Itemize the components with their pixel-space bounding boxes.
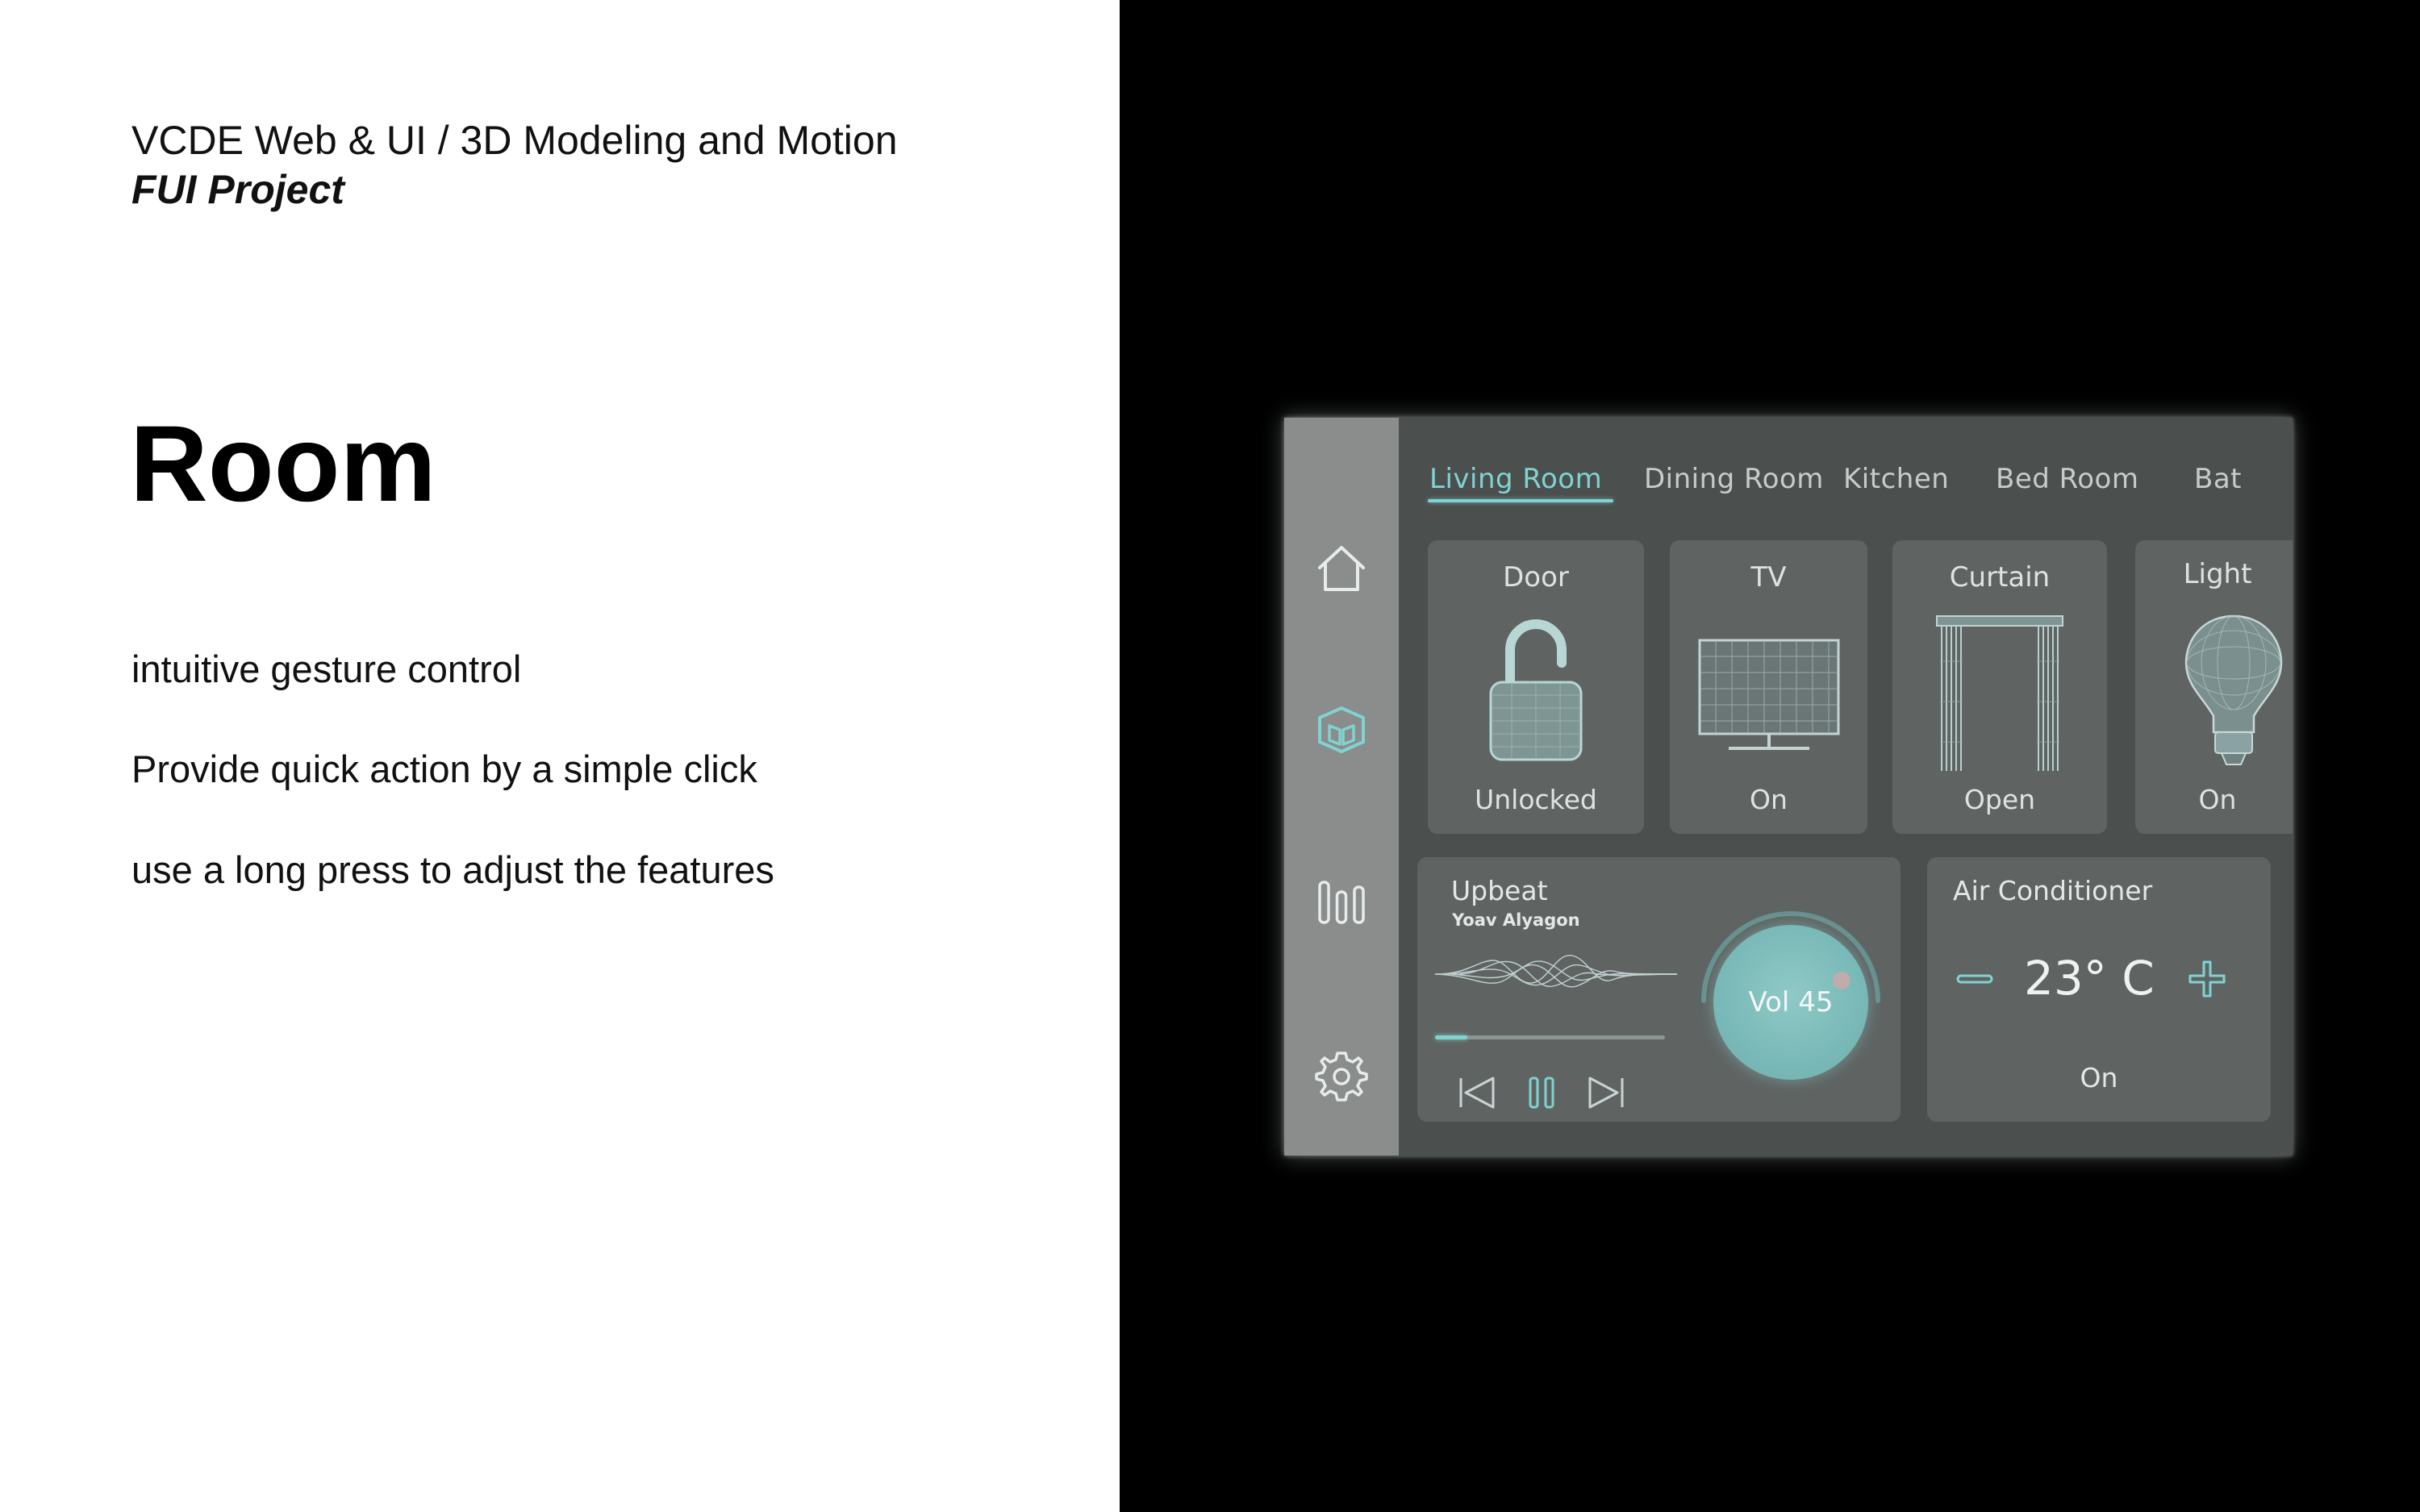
room-cube-icon[interactable] xyxy=(1313,702,1370,758)
feature-text: intuitive gesture control xyxy=(131,648,522,690)
gear-icon[interactable] xyxy=(1313,1048,1370,1105)
page-heading: Room xyxy=(130,404,436,524)
minus-icon[interactable] xyxy=(1955,959,1995,999)
volume-label: Vol 45 xyxy=(1748,986,1834,1018)
device-title: TV xyxy=(1750,561,1787,594)
feature-text: Provide quick action by a simple click xyxy=(131,748,757,790)
playback-progress-fill xyxy=(1435,1035,1467,1039)
ac-status[interactable]: On xyxy=(1927,1062,2271,1093)
active-tab-indicator xyxy=(1428,499,1613,502)
padlock-icon xyxy=(1479,613,1592,766)
device-card-door[interactable]: Door Unlocked xyxy=(1428,540,1644,834)
tab-dining-room[interactable]: Dining Room xyxy=(1644,463,1824,495)
stats-bars-icon[interactable] xyxy=(1313,874,1370,931)
smart-home-screen: Living Room Dining Room Kitchen Bed Room… xyxy=(1284,418,2293,1156)
song-title: Upbeat xyxy=(1451,875,1548,906)
device-status: On xyxy=(2198,784,2237,815)
sidebar xyxy=(1284,418,1399,1156)
tv-icon xyxy=(1696,637,1842,758)
device-status: On xyxy=(1750,784,1788,815)
device-card-light[interactable]: Light On xyxy=(2135,540,2293,834)
device-status: Open xyxy=(1963,784,2036,815)
tab-bathroom[interactable]: Bat xyxy=(2194,463,2242,495)
ui-showcase: Living Room Dining Room Kitchen Bed Room… xyxy=(1120,0,2420,1512)
project-title: FUI Project xyxy=(131,167,344,212)
plus-icon[interactable] xyxy=(2187,959,2227,999)
pause-icon[interactable] xyxy=(1519,1070,1564,1115)
device-title: Door xyxy=(1503,561,1569,594)
playback-progress-bar[interactable] xyxy=(1435,1035,1665,1039)
tab-bed-room[interactable]: Bed Room xyxy=(1996,463,2138,495)
device-card-curtain[interactable]: Curtain Open xyxy=(1892,540,2107,834)
tab-kitchen[interactable]: Kitchen xyxy=(1843,463,1949,495)
course-title: VCDE Web & UI / 3D Modeling and Motion xyxy=(131,118,898,163)
device-title: Light xyxy=(2183,558,2252,590)
next-icon[interactable] xyxy=(1583,1070,1629,1115)
song-artist: Yoav Alyagon xyxy=(1452,910,1580,930)
waveform-visual xyxy=(1434,938,1678,1010)
device-status: Unlocked xyxy=(1475,784,1597,815)
home-icon[interactable] xyxy=(1313,540,1370,597)
description-panel: VCDE Web & UI / 3D Modeling and Motion F… xyxy=(0,0,1120,1512)
lightbulb-icon xyxy=(2181,611,2286,773)
device-title: Curtain xyxy=(1949,561,2051,594)
volume-indicator-dot xyxy=(1833,972,1850,989)
tab-living-room[interactable]: Living Room xyxy=(1429,463,1602,495)
device-card-tv[interactable]: TV On xyxy=(1670,540,1867,834)
curtain-icon xyxy=(1935,613,2064,774)
ac-title: Air Conditioner xyxy=(1953,875,2153,906)
previous-icon[interactable] xyxy=(1454,1070,1500,1115)
air-conditioner-panel: Air Conditioner 23° C On xyxy=(1927,857,2271,1122)
feature-text: use a long press to adjust the features xyxy=(131,848,774,891)
volume-knob[interactable]: Vol 45 xyxy=(1713,925,1868,1080)
ac-temperature: 23° C xyxy=(2024,951,2155,1006)
music-player: Upbeat Yoav Alyagon Vol 45 xyxy=(1417,857,1901,1122)
